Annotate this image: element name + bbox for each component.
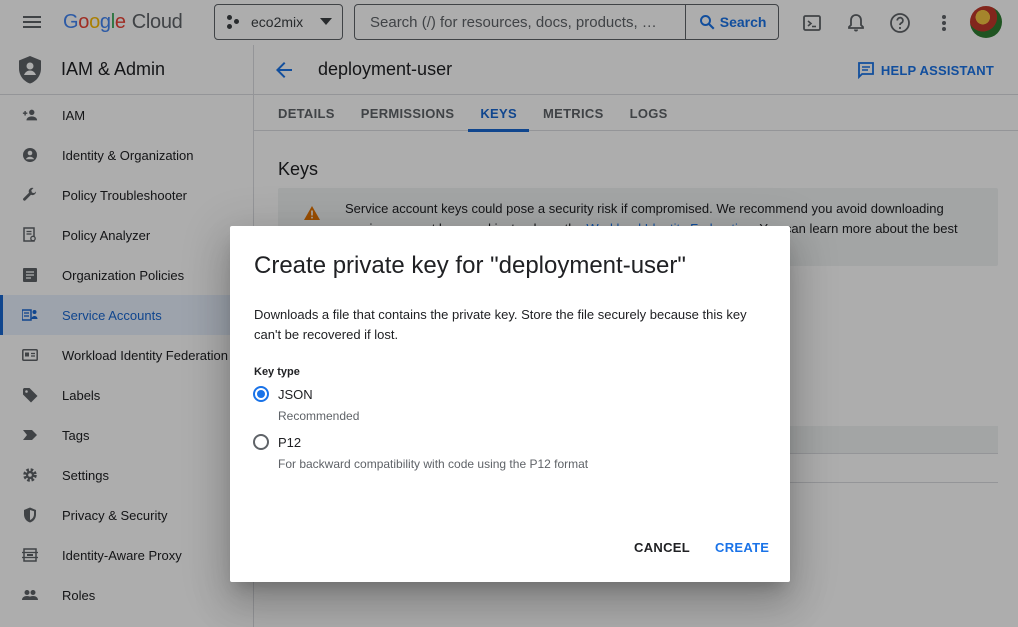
json-radio[interactable] <box>253 386 269 402</box>
dialog-description: Downloads a file that contains the priva… <box>254 307 747 342</box>
cancel-button[interactable]: CANCEL <box>634 540 690 555</box>
radio-option-json[interactable]: JSON <box>253 386 313 402</box>
json-label: JSON <box>278 386 313 402</box>
p12-sublabel: For backward compatibility with code usi… <box>278 457 589 471</box>
p12-label: P12 <box>278 434 302 450</box>
dialog-title: Create private key for "deployment-user" <box>254 252 686 279</box>
key-type-label: Key type <box>254 366 300 378</box>
create-key-dialog: Create private key for "deployment-user"… <box>230 226 790 582</box>
p12-radio[interactable] <box>253 434 269 450</box>
create-button[interactable]: CREATE <box>715 540 769 555</box>
radio-option-p12[interactable]: P12 <box>253 434 301 450</box>
json-sublabel: Recommended <box>278 409 360 423</box>
